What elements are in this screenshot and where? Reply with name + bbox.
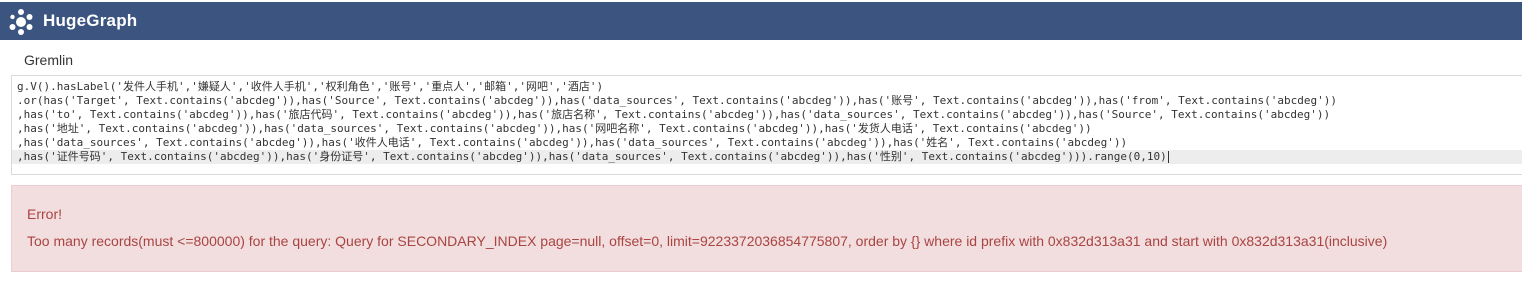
- code-line: g.V().hasLabel('发件人手机','嫌疑人','收件人手机','权利…: [17, 80, 604, 93]
- code-line-active: ,has('证件号码', Text.contains('abcdeg')),ha…: [12, 150, 1522, 164]
- gremlin-query-editor[interactable]: g.V().hasLabel('发件人手机','嫌疑人','收件人手机','权利…: [11, 75, 1522, 175]
- code-line-text: ,has('证件号码', Text.contains('abcdeg')),ha…: [17, 150, 1167, 163]
- hugegraph-logo-icon: [9, 9, 33, 35]
- gremlin-label: Gremlin: [24, 52, 74, 68]
- code-line: ,has('地址', Text.contains('abcdeg')),has(…: [17, 122, 1092, 135]
- code-line: .or(has('Target', Text.contains('abcdeg'…: [17, 94, 1338, 107]
- top-navbar: HugeGraph: [0, 0, 1522, 40]
- code-line: ,has('data_sources', Text.contains('abcd…: [17, 136, 1128, 149]
- text-cursor: [1167, 151, 1169, 163]
- error-message: Too many records(must <=800000) for the …: [27, 233, 1388, 249]
- error-alert: Error! Too many records(must <=800000) f…: [11, 185, 1522, 272]
- error-title: Error!: [27, 206, 62, 222]
- code-line: ,has('to', Text.contains('abcdeg')),has(…: [17, 108, 1331, 121]
- app-title: HugeGraph: [43, 11, 138, 30]
